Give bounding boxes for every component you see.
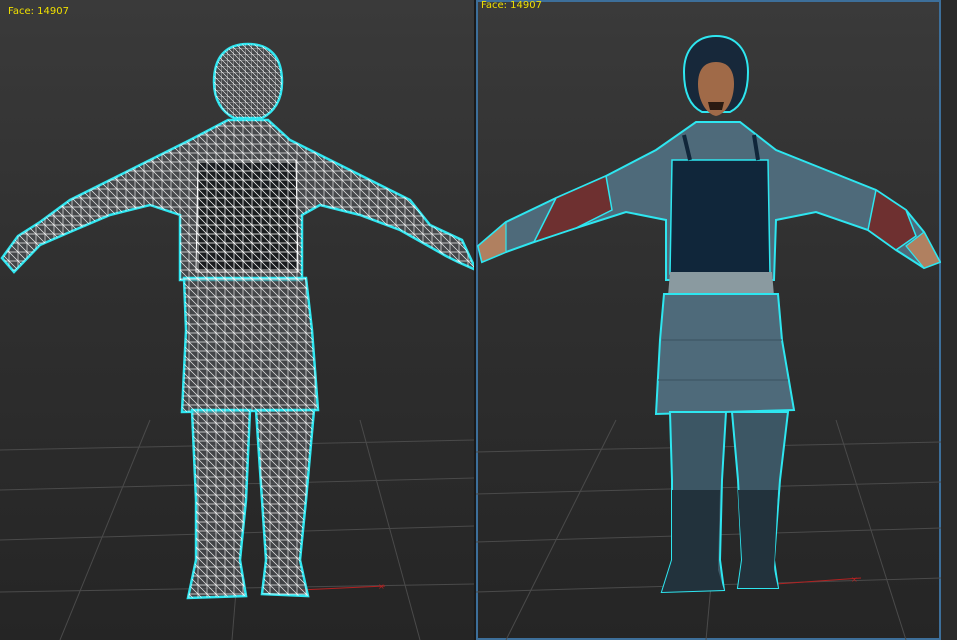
viewport-left-canvas: × [0,42,474,640]
svg-text:×: × [851,575,858,584]
viewport-left-wireframe[interactable]: × Face: 14907 [0,0,474,640]
viewport-right-canvas: × [476,34,941,640]
face-count-label: Face: 14907 [8,6,69,17]
viewport-right-textured[interactable]: × Face: 14907 [476,0,941,640]
character-textured-model[interactable] [476,34,941,594]
character-wireframe-model[interactable] [0,42,474,600]
face-count-label: Face: 14907 [481,0,542,11]
right-edge-panel [941,0,957,640]
svg-text:×: × [378,582,385,591]
